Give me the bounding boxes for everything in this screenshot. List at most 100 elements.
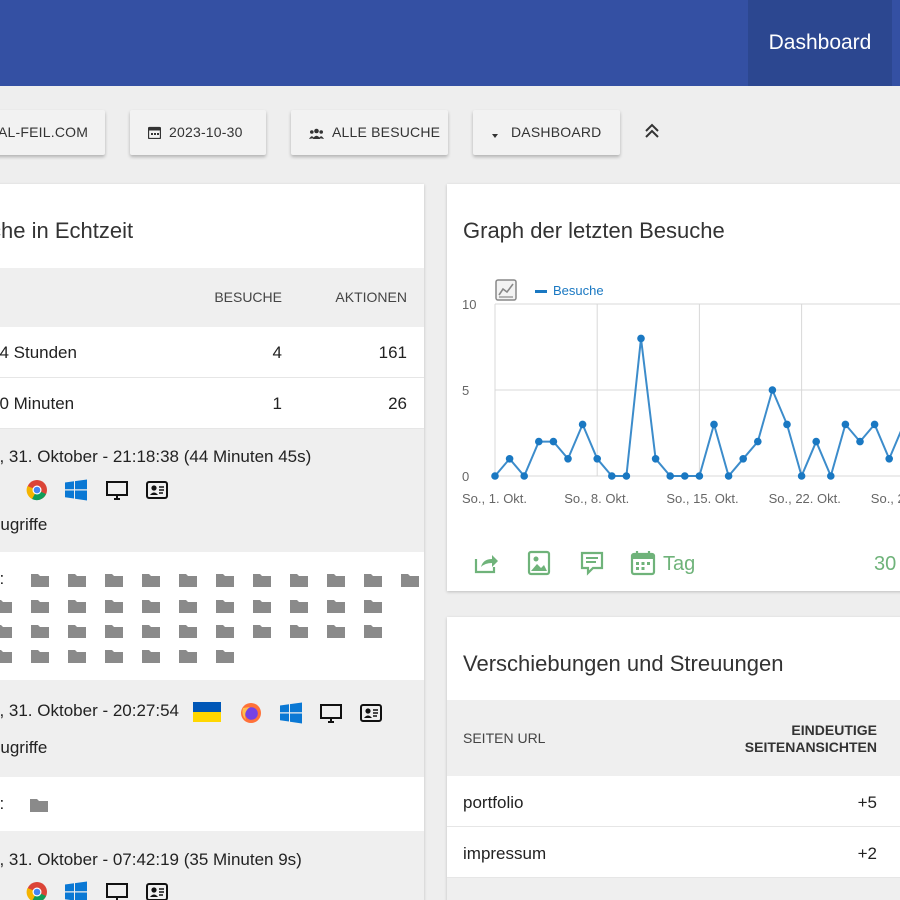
- data-point: [505, 455, 514, 463]
- dashboard-selector-button[interactable]: DASHBOARD: [473, 110, 620, 155]
- date-selector-button[interactable]: 2023-10-30: [130, 110, 266, 155]
- date-selector-label: 2023-10-30: [169, 124, 243, 140]
- segment-selector-label: ALLE BESUCHE: [332, 124, 441, 140]
- data-point: [578, 420, 587, 429]
- flag-ukraine-icon: [193, 701, 221, 723]
- table-row[interactable]: portfolio +5: [447, 776, 900, 827]
- segment-selector-button[interactable]: ALLE BESUCHE: [291, 110, 448, 155]
- data-point: [710, 420, 718, 429]
- windows-icon: [65, 881, 87, 900]
- folder-icon: [253, 600, 271, 613]
- graph-footer: Tag 30: [447, 550, 900, 580]
- col-unique-line1: EINDEUTIGE: [791, 722, 877, 738]
- folder-icon: [179, 650, 197, 663]
- folder-icon: [68, 625, 86, 638]
- data-point: [666, 472, 674, 480]
- folder-icon: [216, 600, 234, 613]
- x-tick-label: So., 1. Okt.: [462, 491, 527, 506]
- row-actions: 161: [378, 343, 407, 362]
- site-selector-button[interactable]: AL-FEIL.COM: [0, 110, 105, 155]
- visitor-profile-icon: [146, 479, 168, 501]
- data-point: [724, 472, 733, 480]
- folder-icon: [179, 625, 197, 638]
- data-point: [768, 386, 777, 394]
- users-icon: [309, 128, 324, 139]
- caret-down-icon: [492, 134, 498, 138]
- visit-hits: Zugriffe: [0, 738, 48, 757]
- y-tick-label: 10: [462, 297, 476, 312]
- page-url: impressum: [463, 844, 547, 863]
- visit-hits: Zugriffe: [0, 515, 48, 534]
- folder-icon: [142, 600, 160, 613]
- visit-time: g, 31. Oktober - 20:27:54: [0, 701, 180, 720]
- image-icon[interactable]: [526, 550, 552, 576]
- collapse-chevron-icon[interactable]: [641, 120, 663, 142]
- chrome-icon: [26, 881, 48, 900]
- unique-pageviews: +2: [857, 844, 877, 863]
- row-actions: 26: [388, 394, 407, 413]
- visit-time: g, 31. Oktober - 07:42:19 (35 Minuten 9s…: [0, 850, 302, 869]
- desktop-icon: [320, 702, 342, 724]
- folder-icon: [179, 600, 197, 613]
- folder-icon: [364, 625, 382, 638]
- folder-icon: [142, 574, 160, 587]
- col-page-url: SEITEN URL: [463, 730, 546, 746]
- x-tick-label: So., 22. Okt.: [769, 491, 841, 506]
- site-selector-label: AL-FEIL.COM: [0, 124, 89, 140]
- folder-icon: [105, 600, 123, 613]
- folder-icon: [179, 574, 197, 587]
- table-row: 24 Stunden 4 161: [0, 327, 424, 378]
- folder-icon: [105, 650, 123, 663]
- folder-icon: [364, 574, 382, 587]
- calendar-icon: [147, 126, 162, 140]
- desktop-icon: [106, 479, 128, 501]
- folder-icon: [216, 625, 234, 638]
- visits-line-chart: 0 5 10 So., 1. Okt. So., 8. Okt. So., 15. Okt…: [462, 297, 900, 506]
- data-point: [856, 437, 864, 446]
- y-tick-label: 5: [462, 383, 469, 398]
- period-selector[interactable]: Tag: [663, 553, 695, 576]
- folder-icon: [290, 625, 308, 638]
- export-icon[interactable]: [473, 550, 499, 576]
- visitor-entry[interactable]: g, 31. Oktober - 21:18:38 (44 Minuten 45…: [0, 429, 424, 552]
- x-tick-label: So., 15. Okt.: [666, 491, 738, 506]
- page-url: portfolio: [463, 793, 524, 812]
- folder-icon: [142, 625, 160, 638]
- firefox-icon: [240, 702, 262, 724]
- visitor-profile-icon: [146, 881, 168, 900]
- col-unique-pageviews: EINDEUTIGE SEITENANSICHTEN: [745, 722, 877, 756]
- period-count-selector[interactable]: 30: [874, 553, 896, 576]
- data-point: [827, 472, 835, 480]
- folder-icon: [142, 650, 160, 663]
- data-point: [797, 472, 806, 480]
- realtime-title: che in Echtzeit: [0, 218, 134, 243]
- col-unique-line2: SEITENANSICHTEN: [744, 739, 877, 755]
- calendar-icon[interactable]: [630, 550, 656, 576]
- data-point: [622, 472, 631, 480]
- folder-icon: [31, 574, 49, 587]
- x-tick-label: So., 2: [871, 491, 900, 506]
- visitor-entry[interactable]: g, 31. Oktober - 07:42:19 (35 Minuten 9s…: [0, 831, 424, 900]
- y-tick-label: 0: [462, 469, 469, 484]
- folder-icon: [216, 650, 234, 663]
- visitor-entry[interactable]: g, 31. Oktober - 20:27:54 Zugriffe: [0, 680, 424, 777]
- visit-time: g, 31. Oktober - 21:18:38 (44 Minuten 45…: [0, 447, 312, 466]
- pages-label: n:: [0, 794, 4, 814]
- nav-tab-dashboard[interactable]: Dashboard: [748, 0, 892, 86]
- data-point: [549, 437, 558, 446]
- annotation-icon[interactable]: [579, 550, 605, 576]
- top-bar: Dashboard: [0, 0, 900, 86]
- folder-icon: [327, 625, 345, 638]
- realtime-table-header: BESUCHE AKTIONEN: [0, 268, 424, 327]
- data-point: [695, 472, 704, 480]
- chrome-icon: [26, 479, 48, 501]
- folder-icon: [31, 650, 49, 663]
- folder-icon: [105, 625, 123, 638]
- data-point: [754, 437, 762, 446]
- series-line-besuche: [494, 338, 900, 480]
- folder-icon: [216, 574, 234, 587]
- windows-icon: [65, 479, 87, 501]
- row-label: 24 Stunden: [0, 343, 77, 362]
- table-row[interactable]: impressum +2: [447, 827, 900, 878]
- folder-icon: [253, 574, 271, 587]
